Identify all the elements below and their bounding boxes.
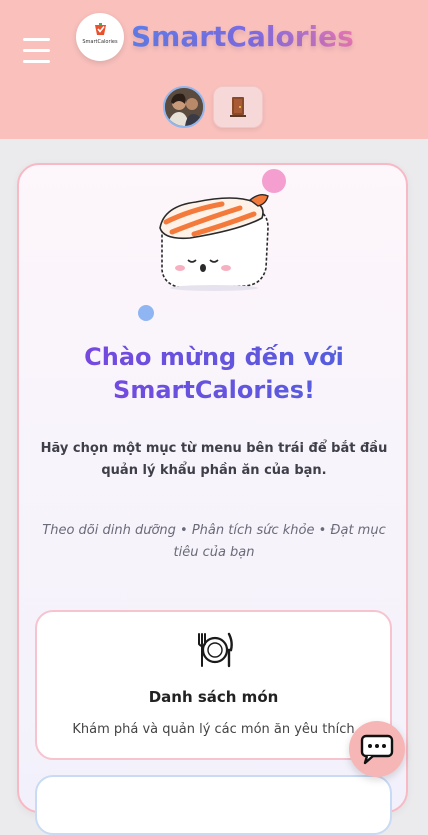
logout-button[interactable] — [213, 86, 263, 128]
avatar-image — [165, 88, 203, 126]
door-icon — [230, 97, 246, 117]
logo-text: SmartCalories — [82, 39, 118, 45]
hamburger-bar — [23, 60, 50, 63]
welcome-tagline: Theo dõi dinh dưỡng • Phân tích sức khỏe… — [42, 523, 386, 560]
welcome-title-line1: Chào mừng đến với — [84, 343, 344, 371]
chat-bubble-icon — [360, 734, 394, 765]
app-logo[interactable]: SmartCalories — [76, 13, 124, 61]
user-avatar[interactable] — [163, 86, 205, 128]
chat-button[interactable] — [349, 721, 405, 777]
decor-dot-blue — [138, 305, 154, 321]
logo-mark-icon — [95, 23, 106, 35]
feature-card-next[interactable] — [35, 775, 392, 835]
brand-name: SmartCalories — [131, 20, 354, 53]
sushi-mascot — [159, 193, 269, 291]
welcome-description: Hãy chọn một mục từ menu bên trái để bắt… — [40, 441, 388, 478]
plate-cutlery-icon — [198, 632, 233, 668]
hamburger-bar — [23, 38, 50, 41]
hamburger-icon[interactable] — [23, 38, 51, 64]
welcome-title: Chào mừng đến với SmartCalories! — [40, 341, 388, 407]
welcome-title-line2: SmartCalories! — [113, 376, 315, 404]
feature-description: Khám phá và quản lý các món ăn yêu thích — [72, 722, 355, 737]
feature-card-dish-list[interactable]: Danh sách món Khám phá và quản lý các mó… — [35, 610, 392, 760]
app-header: SmartCalories SmartCalories — [0, 0, 428, 139]
feature-title: Danh sách món — [148, 688, 279, 706]
hamburger-bar — [23, 49, 50, 52]
